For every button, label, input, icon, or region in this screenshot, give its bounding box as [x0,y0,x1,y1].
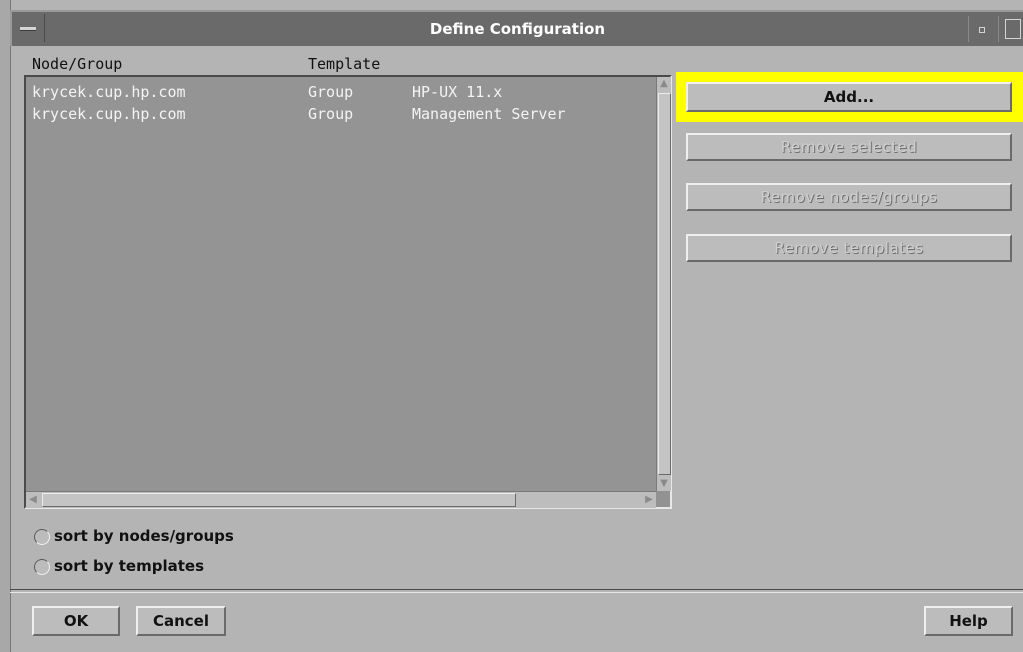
window-left-frame[interactable] [0,0,11,652]
configuration-list-body[interactable]: krycek.cup.hp.com Group HP-UX 11.x kryce… [26,77,656,491]
window-top-frame [0,0,1023,10]
list-item-node: krycek.cup.hp.com [32,83,186,101]
remove-templates-button[interactable]: Remove templates [686,234,1012,262]
window-title: Define Configuration [429,20,606,38]
sort-by-templates-label[interactable]: sort by templates [54,557,204,575]
list-item-node: krycek.cup.hp.com [32,105,186,123]
ok-button[interactable]: OK [32,606,120,636]
scroll-right-arrow-icon[interactable]: ▶ [642,493,656,507]
column-header-template: Template [308,55,381,73]
remove-selected-button[interactable]: Remove selected [686,133,1012,161]
horizontal-scroll-thumb[interactable] [42,493,516,507]
cancel-button[interactable]: Cancel [136,606,226,636]
add-button[interactable]: Add... [686,82,1012,112]
horizontal-scrollbar[interactable]: ◀ ▶ [26,491,656,508]
sort-by-nodes-radio[interactable] [34,529,50,545]
help-button[interactable]: Help [924,606,1013,636]
sort-by-nodes-label[interactable]: sort by nodes/groups [54,527,234,545]
title-bar[interactable]: Define Configuration [10,10,1023,46]
list-item[interactable]: krycek.cup.hp.com Group HP-UX 11.x [30,83,650,103]
list-item-type: Group [308,83,354,101]
list-item-type: Group [308,105,354,123]
footer-separator [10,589,1023,593]
maximize-icon[interactable] [998,16,1023,42]
minimize-icon[interactable] [968,16,995,42]
define-configuration-window: Define Configuration Node/Group Template… [0,0,1023,652]
list-item-template: HP-UX 11.x [412,83,503,101]
vertical-scrollbar[interactable]: ▲ ▼ [656,77,671,491]
scroll-up-arrow-icon[interactable]: ▲ [658,77,670,91]
scroll-down-arrow-icon[interactable]: ▼ [658,477,670,491]
remove-nodes-groups-button[interactable]: Remove nodes/groups [686,183,1012,211]
column-header-node-group: Node/Group [32,55,123,73]
configuration-list[interactable]: krycek.cup.hp.com Group HP-UX 11.x kryce… [24,75,672,509]
sort-by-templates-radio[interactable] [34,559,50,575]
list-item-template: Management Server [412,105,566,123]
scroll-left-arrow-icon[interactable]: ◀ [26,493,40,507]
vertical-scroll-thumb[interactable] [658,93,671,475]
list-item[interactable]: krycek.cup.hp.com Group Management Serve… [30,105,650,125]
